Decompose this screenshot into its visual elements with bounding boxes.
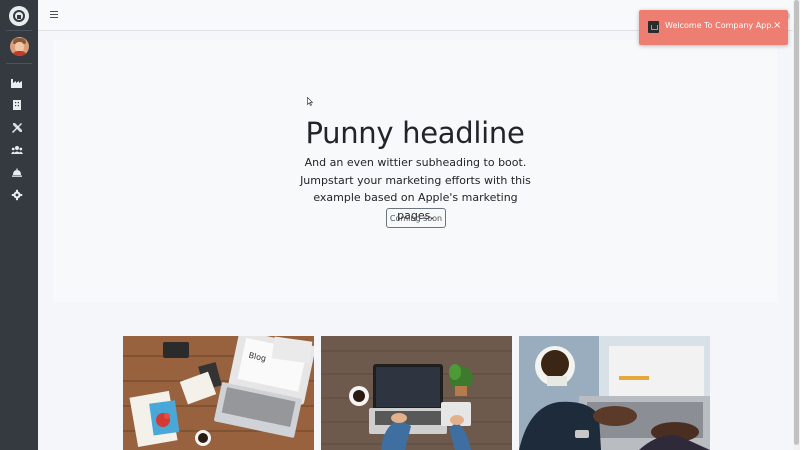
sidebar-item-building[interactable] bbox=[11, 99, 23, 111]
card-image[interactable] bbox=[321, 336, 512, 450]
tools-icon bbox=[12, 123, 22, 133]
concierge-bell-icon bbox=[12, 168, 22, 177]
sidebar-item-users[interactable] bbox=[11, 144, 23, 156]
close-icon[interactable]: × bbox=[773, 20, 781, 31]
card-image[interactable] bbox=[519, 336, 710, 450]
card-image[interactable]: Blog bbox=[123, 336, 314, 450]
mouse-cursor-icon bbox=[307, 97, 313, 106]
hero-section: Punny headline And an even wittier subhe… bbox=[53, 40, 777, 302]
sidebar-item-services[interactable] bbox=[11, 166, 23, 178]
coming-soon-button[interactable]: Coming soon bbox=[386, 208, 446, 228]
industry-icon bbox=[11, 79, 22, 88]
building-icon bbox=[13, 100, 21, 110]
laptop-coffee-plant-photo bbox=[321, 336, 512, 450]
notification-icon bbox=[648, 21, 659, 33]
toast-notification[interactable]: Welcome To Company App. × bbox=[639, 10, 788, 45]
typing-on-laptop-coffee-photo bbox=[519, 336, 710, 450]
sidebar-item-settings[interactable] bbox=[11, 189, 23, 201]
user-avatar[interactable] bbox=[10, 37, 29, 56]
users-icon bbox=[11, 146, 23, 154]
desk-with-blog-laptop-photo: Blog bbox=[123, 336, 314, 450]
app-logo-icon[interactable] bbox=[9, 6, 29, 26]
sidebar-item-tools[interactable] bbox=[11, 122, 23, 134]
toast-message: Welcome To Company App. bbox=[665, 21, 774, 30]
sidebar bbox=[0, 0, 38, 450]
hero-title: Punny headline bbox=[305, 116, 525, 150]
sidebar-divider bbox=[6, 63, 32, 64]
scrollbar-thumb[interactable] bbox=[794, 0, 799, 445]
sidebar-item-industry[interactable] bbox=[11, 77, 23, 89]
hamburger-icon[interactable] bbox=[50, 11, 58, 18]
page-scrollbar[interactable] bbox=[793, 0, 800, 450]
gear-icon bbox=[11, 189, 23, 201]
sidebar-divider bbox=[6, 30, 32, 31]
